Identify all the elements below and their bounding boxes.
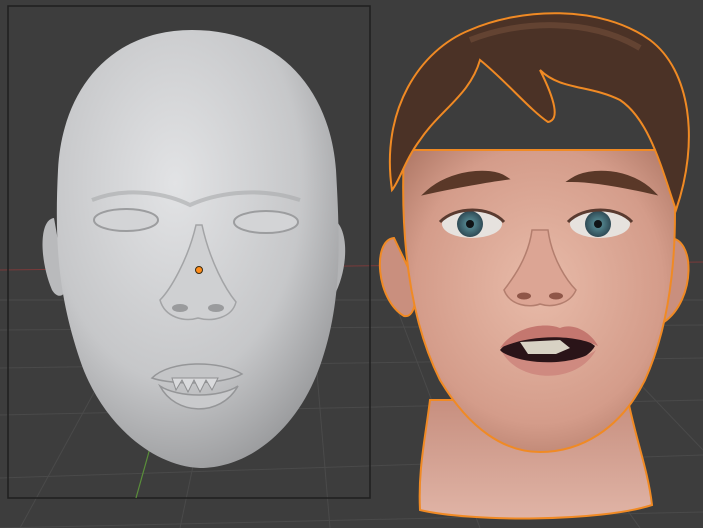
origin-point[interactable] xyxy=(195,266,203,274)
right-eye xyxy=(233,210,299,234)
right-pupil xyxy=(594,220,602,228)
textured-head[interactable] xyxy=(378,12,690,520)
left-pupil xyxy=(466,220,474,228)
nostril-left xyxy=(172,304,188,312)
nostril-right xyxy=(208,304,224,312)
3d-viewport[interactable] xyxy=(0,0,703,528)
nostril-right xyxy=(549,292,563,300)
sculpt-head[interactable] xyxy=(42,30,346,468)
viewport-scene[interactable] xyxy=(0,0,703,528)
nostril-left xyxy=(517,292,531,300)
left-eye xyxy=(93,208,159,232)
